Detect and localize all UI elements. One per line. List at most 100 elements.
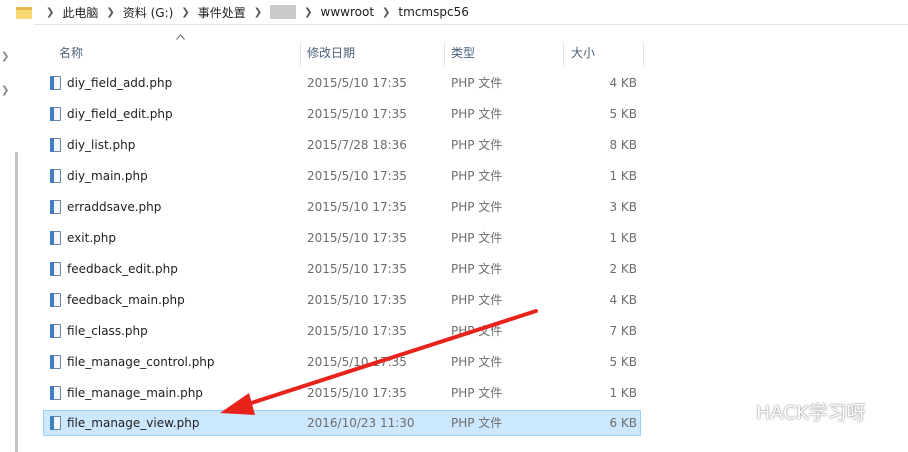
file-type: PHP 文件 — [451, 355, 503, 369]
file-type: PHP 文件 — [451, 76, 503, 90]
file-row[interactable]: diy_main.php 2015/5/10 17:35 PHP 文件 1 KB — [44, 163, 640, 189]
breadcrumb-redacted-folder[interactable] — [270, 5, 297, 19]
file-row[interactable]: file_manage_main.php 2015/5/10 17:35 PHP… — [44, 380, 640, 406]
file-date: 2015/5/10 17:35 — [307, 386, 407, 400]
file-type: PHP 文件 — [451, 200, 503, 214]
file-name: file_manage_view.php — [67, 416, 200, 430]
file-row[interactable]: feedback_edit.php 2015/5/10 17:35 PHP 文件… — [44, 256, 640, 282]
expand-chevron-icon[interactable]: ❯ — [1, 51, 9, 62]
breadcrumb: ❯ 此电脑 ❯ 资料 (G:) ❯ 事件处置 ❯ ❯ wwwroot ❯ tmc… — [38, 4, 469, 21]
column-divider[interactable] — [643, 42, 644, 66]
file-row[interactable]: feedback_main.php 2015/5/10 17:35 PHP 文件… — [44, 287, 640, 313]
breadcrumb-separator-icon[interactable]: ❯ — [382, 7, 390, 18]
column-header-size[interactable]: 大小 — [571, 40, 595, 66]
file-size: 5 KB — [609, 107, 637, 121]
watermark: HACK学习呀 — [726, 398, 866, 425]
file-date: 2016/10/23 11:30 — [307, 416, 415, 430]
breadcrumb-wwwroot[interactable]: wwwroot — [321, 5, 375, 19]
file-date: 2015/7/28 18:36 — [307, 138, 407, 152]
breadcrumb-incident[interactable]: 事件处置 — [198, 4, 246, 21]
file-type: PHP 文件 — [451, 293, 503, 307]
file-size: 1 KB — [609, 231, 637, 245]
file-name: diy_list.php — [67, 138, 136, 152]
file-type: PHP 文件 — [451, 169, 503, 183]
column-header-name[interactable]: 名称 — [59, 40, 83, 66]
column-divider[interactable] — [300, 42, 301, 66]
file-row[interactable]: diy_field_add.php 2015/5/10 17:35 PHP 文件… — [44, 70, 640, 96]
column-header-date[interactable]: 修改日期 — [307, 40, 355, 66]
column-header-row: 名称 修改日期 类型 大小 — [44, 40, 908, 66]
file-date: 2015/5/10 17:35 — [307, 262, 407, 276]
file-name: feedback_main.php — [67, 293, 185, 307]
column-header-type[interactable]: 类型 — [451, 40, 475, 66]
file-name: file_manage_control.php — [67, 355, 215, 369]
file-date: 2015/5/10 17:35 — [307, 324, 407, 338]
php-file-icon — [50, 324, 61, 338]
php-file-icon — [50, 200, 61, 214]
file-name: erraddsave.php — [67, 200, 162, 214]
file-size: 1 KB — [609, 169, 637, 183]
file-row[interactable]: file_manage_control.php 2015/5/10 17:35 … — [44, 349, 640, 375]
breadcrumb-separator-icon[interactable]: ❯ — [254, 7, 262, 18]
file-row[interactable]: erraddsave.php 2015/5/10 17:35 PHP 文件 3 … — [44, 194, 640, 220]
file-type: PHP 文件 — [451, 262, 503, 276]
navigation-pane[interactable]: ❯ ❯ — [0, 24, 34, 452]
navigation-scrollbar[interactable] — [15, 152, 18, 452]
file-row[interactable]: file_class.php 2015/5/10 17:35 PHP 文件 7 … — [44, 318, 640, 344]
column-divider[interactable] — [444, 42, 445, 66]
file-type: PHP 文件 — [451, 386, 503, 400]
file-name: diy_field_edit.php — [67, 107, 173, 121]
php-file-icon — [50, 138, 61, 152]
file-row[interactable]: exit.php 2015/5/10 17:35 PHP 文件 1 KB — [44, 225, 640, 251]
php-file-icon — [50, 231, 61, 245]
file-size: 2 KB — [609, 262, 637, 276]
file-date: 2015/5/10 17:35 — [307, 200, 407, 214]
file-type: PHP 文件 — [451, 324, 503, 338]
folder-icon — [16, 6, 32, 19]
file-size: 6 KB — [609, 416, 637, 430]
column-divider[interactable] — [563, 42, 564, 66]
file-type: PHP 文件 — [451, 107, 503, 121]
file-name: file_manage_main.php — [67, 386, 203, 400]
php-file-icon — [50, 76, 61, 90]
address-bar[interactable]: ❯ 此电脑 ❯ 资料 (G:) ❯ 事件处置 ❯ ❯ wwwroot ❯ tmc… — [0, 0, 908, 25]
file-name: diy_field_add.php — [67, 76, 173, 90]
file-date: 2015/5/10 17:35 — [307, 107, 407, 121]
php-file-icon — [50, 262, 61, 276]
file-size: 1 KB — [609, 386, 637, 400]
php-file-icon — [50, 169, 61, 183]
watermark-text: HACK学习呀 — [756, 402, 866, 424]
file-type: PHP 文件 — [451, 416, 503, 430]
file-size: 7 KB — [609, 324, 637, 338]
file-date: 2015/5/10 17:35 — [307, 293, 407, 307]
expand-chevron-icon[interactable]: ❯ — [1, 85, 9, 96]
php-file-icon — [50, 355, 61, 369]
file-date: 2015/5/10 17:35 — [307, 231, 407, 245]
breadcrumb-separator-icon[interactable]: ❯ — [46, 7, 54, 18]
file-size: 5 KB — [609, 355, 637, 369]
breadcrumb-separator-icon[interactable]: ❯ — [304, 7, 312, 18]
breadcrumb-drive-g[interactable]: 资料 (G:) — [123, 4, 174, 21]
file-date: 2015/5/10 17:35 — [307, 76, 407, 90]
breadcrumb-tmcmspc56[interactable]: tmcmspc56 — [398, 5, 468, 19]
file-date: 2015/5/10 17:35 — [307, 355, 407, 369]
php-file-icon — [50, 293, 61, 307]
file-name: exit.php — [67, 231, 116, 245]
file-row-selected[interactable]: file_manage_view.php 2016/10/23 11:30 PH… — [43, 410, 641, 436]
file-size: 4 KB — [609, 76, 637, 90]
file-size: 3 KB — [609, 200, 637, 214]
breadcrumb-separator-icon[interactable]: ❯ — [181, 7, 189, 18]
file-row[interactable]: diy_list.php 2015/7/28 18:36 PHP 文件 8 KB — [44, 132, 640, 158]
php-file-icon — [50, 416, 61, 430]
file-date: 2015/5/10 17:35 — [307, 169, 407, 183]
breadcrumb-separator-icon[interactable]: ❯ — [106, 7, 114, 18]
php-file-icon — [50, 107, 61, 121]
file-size: 4 KB — [609, 293, 637, 307]
file-type: PHP 文件 — [451, 138, 503, 152]
file-name: feedback_edit.php — [67, 262, 178, 276]
file-name: diy_main.php — [67, 169, 148, 183]
file-size: 8 KB — [609, 138, 637, 152]
file-type: PHP 文件 — [451, 231, 503, 245]
file-row[interactable]: diy_field_edit.php 2015/5/10 17:35 PHP 文… — [44, 101, 640, 127]
breadcrumb-this-pc[interactable]: 此电脑 — [62, 4, 98, 21]
